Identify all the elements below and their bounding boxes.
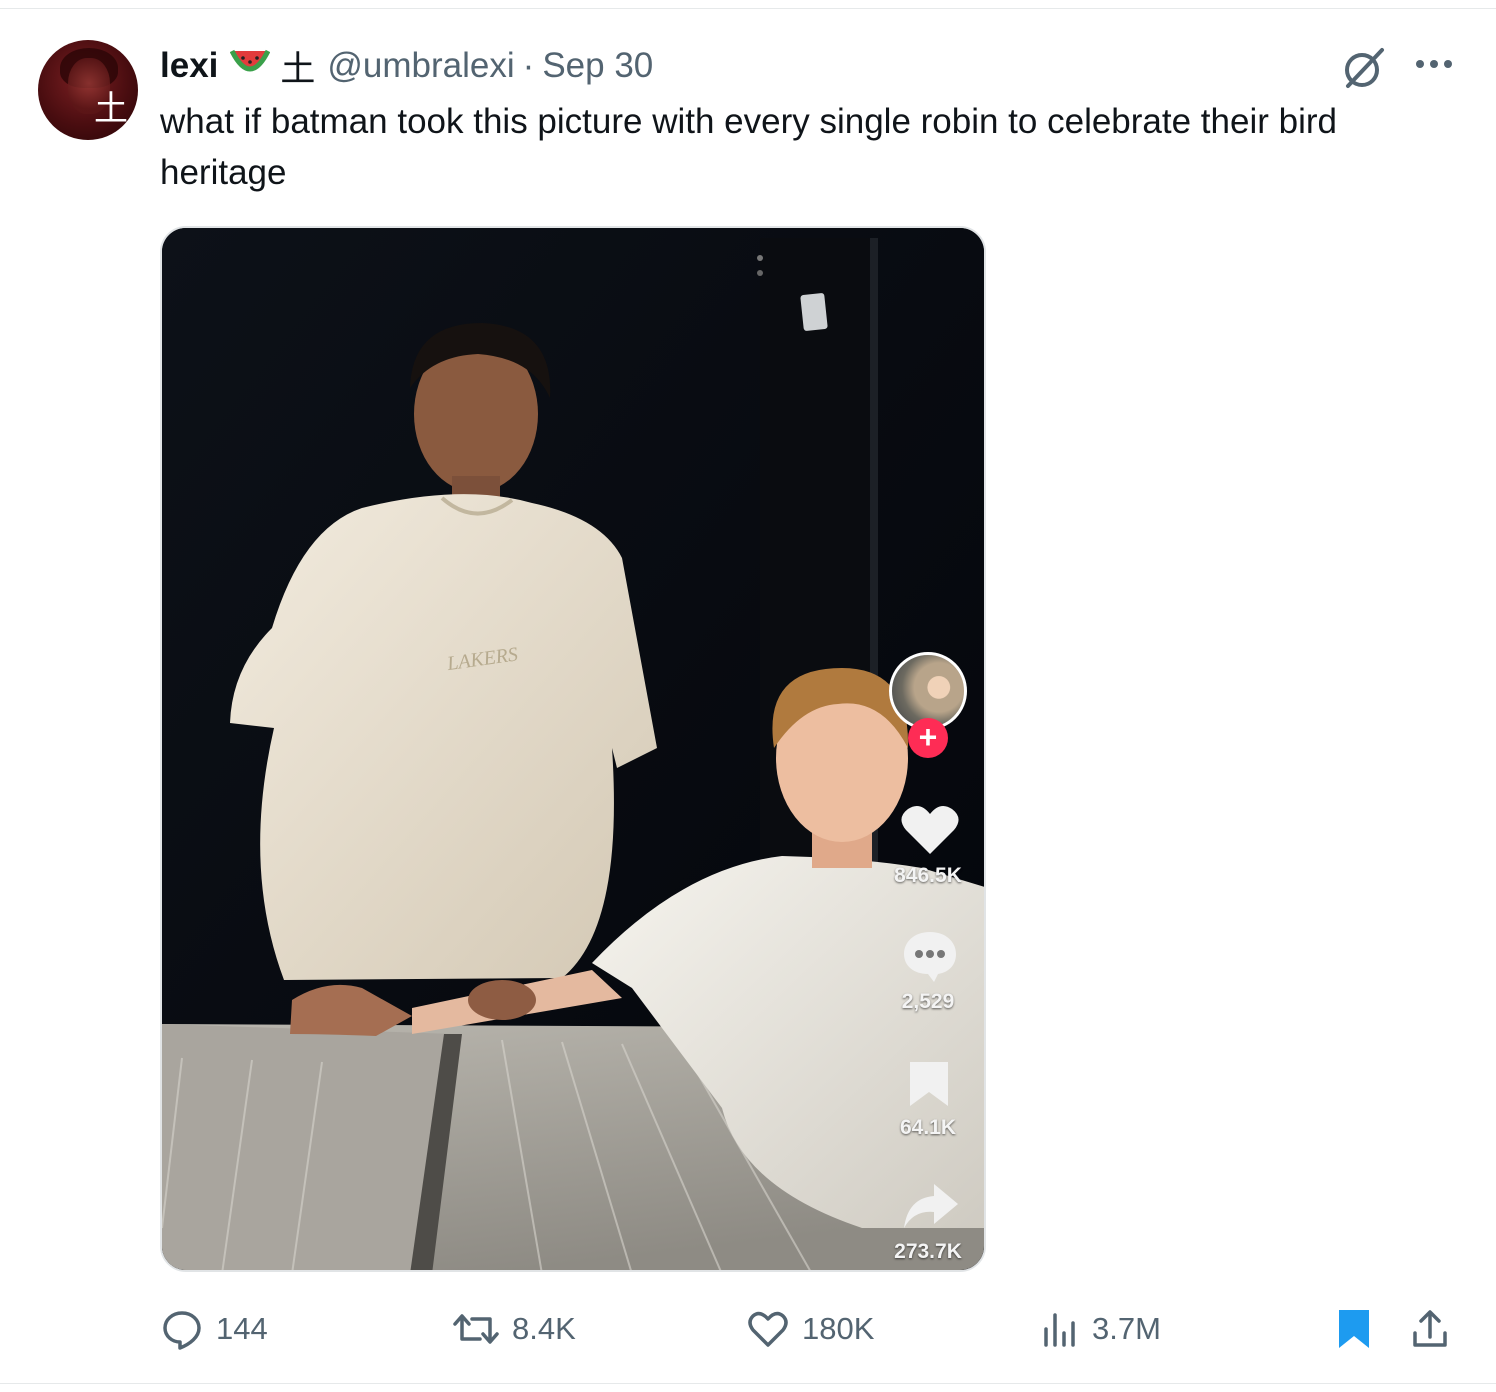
tweet-media[interactable]: LAKERS + 846.5K 2,529 64.1K 273.7K <box>160 226 986 1272</box>
views-icon <box>1044 1313 1075 1347</box>
views-button[interactable]: 3.7M <box>1040 1306 1161 1352</box>
action-bar: 144 8.4K 180K 3.7M <box>0 1306 1496 1352</box>
name-glyph: 土 <box>280 49 316 89</box>
reply-button[interactable]: 144 <box>160 1306 268 1352</box>
bottom-divider <box>0 1383 1496 1384</box>
watermelon-icon <box>230 46 271 86</box>
tweet-text: what if batman took this picture with ev… <box>160 102 1337 192</box>
tiktok-follow-button[interactable]: + <box>908 718 948 758</box>
bookmark-button[interactable] <box>1336 1306 1384 1352</box>
tiktok-comment-icon[interactable] <box>900 928 960 989</box>
like-count: 180K <box>802 1311 875 1346</box>
avatar-glyph: 土 <box>94 90 128 128</box>
grok-icon[interactable] <box>1340 44 1388 92</box>
tweet-date[interactable]: Sep 30 <box>542 46 653 86</box>
meta-separator: · <box>522 46 535 85</box>
share-button[interactable] <box>1410 1306 1462 1352</box>
tiktok-saves-count: 64.1K <box>899 1116 957 1139</box>
share-icon <box>1413 1310 1447 1347</box>
reply-count: 144 <box>216 1311 268 1346</box>
like-icon <box>748 1311 788 1347</box>
tiktok-likes-count: 846.5K <box>894 864 962 887</box>
repost-icon <box>453 1314 499 1344</box>
reply-icon <box>163 1311 201 1350</box>
bookmark-icon <box>1339 1310 1369 1348</box>
tiktok-bookmark-icon[interactable] <box>906 1058 952 1115</box>
tiktok-comments-count: 2,529 <box>901 990 955 1013</box>
like-button[interactable]: 180K <box>746 1306 874 1352</box>
tiktok-heart-icon[interactable] <box>900 804 960 861</box>
avatar[interactable]: 土 <box>38 40 138 140</box>
author-name[interactable]: lexi <box>160 46 218 86</box>
tiktok-shares-count: 273.7K <box>894 1240 962 1263</box>
top-divider <box>0 8 1496 9</box>
more-icon[interactable] <box>1410 44 1458 84</box>
repost-button[interactable]: 8.4K <box>452 1306 576 1352</box>
views-count: 3.7M <box>1092 1311 1161 1346</box>
tweet-header: lexi 土 @umbralexi · Sep 30 <box>160 44 653 89</box>
tiktok-share-icon[interactable] <box>900 1180 960 1237</box>
author-handle[interactable]: @umbralexi <box>327 46 514 86</box>
photo-scene: LAKERS <box>162 228 984 1270</box>
repost-count: 8.4K <box>512 1311 576 1346</box>
